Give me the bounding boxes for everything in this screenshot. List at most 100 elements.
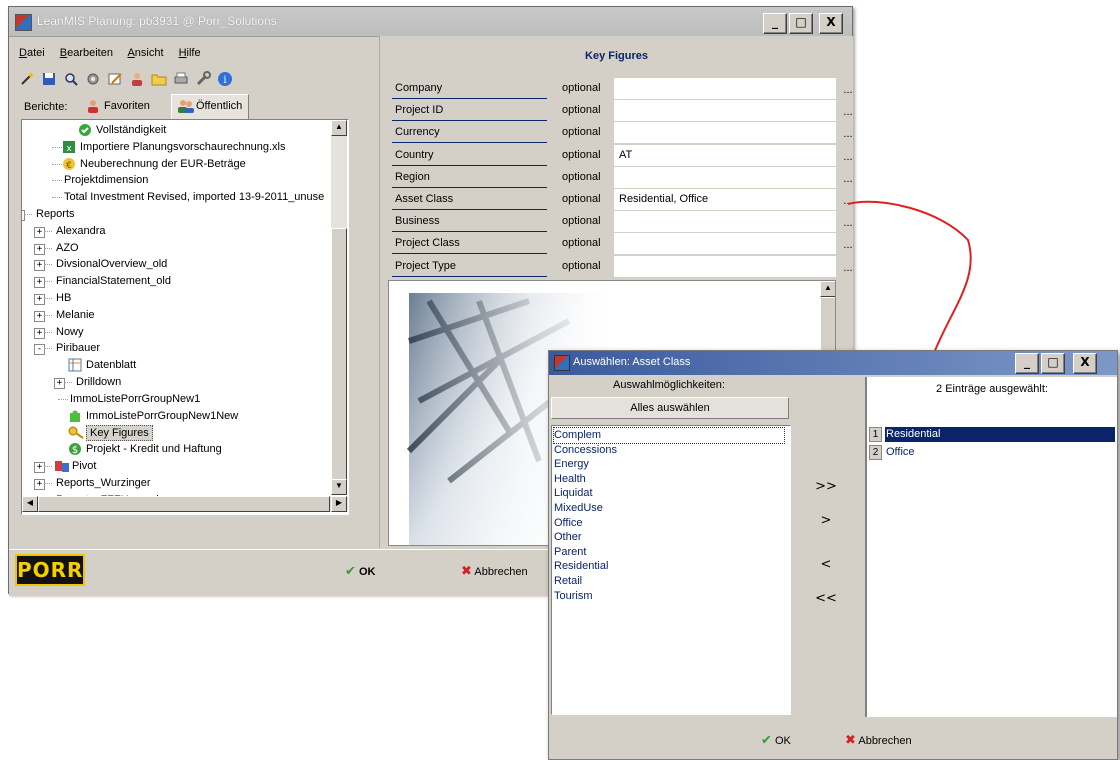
preview-scroll-up-button[interactable]: ▲	[820, 281, 835, 297]
scroll-up-button[interactable]: ▲	[331, 120, 347, 136]
wand-icon[interactable]	[19, 71, 35, 87]
folder-icon[interactable]	[151, 71, 167, 87]
available-item[interactable]: Parent	[554, 545, 586, 560]
available-list[interactable]: Complem Concessions Energy Health Liquidat Mi…	[551, 425, 791, 715]
tree-item[interactable]: € Neuberechnung der EUR-Beträge	[22, 156, 327, 173]
tree-item[interactable]: Total Investment Revised, imported 13-9-…	[22, 189, 327, 206]
select-all-button[interactable]: Alles auswählen	[551, 397, 789, 419]
tree-horizontal-scrollbar[interactable]: ◀ ▶	[22, 496, 348, 512]
tree-item[interactable]: - Piribauer	[22, 340, 327, 357]
key-figure-browse-button[interactable]: ...	[839, 100, 857, 121]
dialog-ok-button[interactable]: ✔ OK	[761, 733, 791, 748]
remove-all-button[interactable]: <<	[811, 591, 841, 606]
save-icon[interactable]	[41, 71, 57, 87]
tree-item[interactable]: + DivsionalOverview_old	[22, 256, 327, 273]
tree-item-label: ImmoListePorrGroupNew1New	[86, 409, 239, 422]
tree-item-label: Reports	[36, 208, 75, 220]
tree-item[interactable]: + Drilldown	[22, 374, 327, 391]
key-figure-browse-button[interactable]: ...	[839, 145, 857, 166]
wrench-icon[interactable]	[195, 71, 211, 87]
key-figure-value-field[interactable]	[614, 255, 836, 277]
available-item[interactable]: Retail	[554, 574, 582, 589]
dialog-minimize-button[interactable]: _	[1015, 353, 1039, 374]
tree-item[interactable]: x Importiere Planungsvorschaurechnung.xls	[22, 139, 327, 156]
available-item[interactable]: Other	[554, 530, 582, 545]
dialog-maximize-button[interactable]: □	[1041, 353, 1065, 374]
key-figure-value-field[interactable]	[614, 233, 836, 255]
available-item[interactable]: Residential	[554, 559, 608, 574]
available-item[interactable]: Complem	[553, 427, 785, 444]
scroll-down-button[interactable]: ▼	[331, 479, 347, 495]
selected-item[interactable]: 1 Residential	[869, 427, 1115, 442]
dialog-cancel-button[interactable]: ✖ Abbrechen	[845, 733, 912, 748]
key-figure-value-field[interactable]: Residential, Office	[614, 189, 836, 210]
scroll-right-button[interactable]: ▶	[331, 496, 347, 512]
menu-ansicht[interactable]: Ansicht	[127, 47, 163, 59]
key-figure-value-field[interactable]	[614, 122, 836, 144]
tree-item[interactable]: + Reports_Wurzinger	[22, 475, 327, 492]
scroll-left-button[interactable]: ◀	[22, 496, 38, 512]
tree-item[interactable]: + Alexandra	[22, 223, 327, 240]
tree-item[interactable]: + HB	[22, 290, 327, 307]
menu-bearbeiten[interactable]: Bearbeiten	[60, 47, 113, 59]
tree-item[interactable]: Vollständigkeit	[22, 122, 327, 139]
available-item[interactable]: MixedUse	[554, 501, 603, 516]
key-figure-browse-button[interactable]: ...	[839, 122, 857, 143]
tree-item[interactable]: ImmoListePorrGroupNew1	[22, 391, 327, 408]
remove-button[interactable]: <	[811, 557, 841, 572]
edit-icon[interactable]	[107, 71, 123, 87]
main-ok-button[interactable]: ✔ OK	[345, 564, 375, 579]
available-item[interactable]: Tourism	[554, 589, 593, 604]
tree-item[interactable]: + Nowy	[22, 324, 327, 341]
tree-item[interactable]: + FinancialStatement_old	[22, 273, 327, 290]
tree-vertical-scrollbar[interactable]: ▲ ▼	[331, 120, 347, 495]
key-figure-value-field[interactable]	[614, 78, 836, 99]
tree-item[interactable]: ImmoListePorrGroupNew1New	[22, 408, 327, 425]
available-item[interactable]: Energy	[554, 457, 589, 472]
selected-item[interactable]: 2 Office	[869, 445, 1115, 460]
tree-item-label: Projektdimension	[64, 174, 149, 187]
tree-item[interactable]: + Pivot	[22, 458, 327, 475]
report-tree[interactable]: Vollständigkeit x Importiere Planungsvorsc…	[21, 119, 349, 515]
close-button[interactable]: X	[819, 13, 843, 34]
available-header: Auswahlmöglichkeiten:	[613, 379, 725, 391]
add-button[interactable]: >	[811, 513, 841, 528]
title-bar[interactable]: LeanMIS Planung: pb3931 @ Porr_Solutions…	[9, 7, 852, 37]
hscroll-thumb[interactable]	[38, 496, 330, 512]
tree-item[interactable]: + AZO	[22, 240, 327, 257]
menu-datei[interactable]: Datei	[19, 47, 45, 59]
tab-favorites[interactable]: Favoriten	[79, 94, 157, 120]
menu-hilfe[interactable]: Hilfe	[179, 47, 201, 59]
search-icon[interactable]	[63, 71, 79, 87]
print-icon[interactable]	[173, 71, 189, 87]
minimize-button[interactable]: _	[763, 13, 787, 34]
add-all-button[interactable]: >>	[811, 479, 841, 494]
scroll-thumb[interactable]	[331, 228, 347, 480]
user-icon[interactable]	[129, 71, 145, 87]
tree-item[interactable]: $ Projekt - Kredit und Haftung	[22, 441, 327, 458]
maximize-button[interactable]: □	[789, 13, 813, 34]
tree-item[interactable]: Datenblatt	[22, 357, 327, 374]
available-item[interactable]: Liquidat	[554, 486, 593, 501]
window-title: LeanMIS Planung: pb3931 @ Porr_Solutions	[37, 14, 277, 28]
key-figure-value-field[interactable]	[614, 100, 836, 122]
gear-icon[interactable]	[85, 71, 101, 87]
key-figure-value-field[interactable]	[614, 166, 836, 188]
key-figure-value-field[interactable]: AT	[614, 144, 836, 166]
tree-item[interactable]: + Melanie	[22, 307, 327, 324]
tab-public[interactable]: Öffentlich	[171, 94, 250, 120]
key-figure-value-field[interactable]	[614, 211, 836, 233]
main-cancel-button[interactable]: ✖ Abbrechen	[461, 564, 528, 579]
dialog-title-bar[interactable]: Auswählen: Asset Class _ □ X	[549, 351, 1117, 375]
available-item[interactable]: Concessions	[554, 443, 617, 458]
connector-arrow	[847, 200, 972, 359]
available-item[interactable]: Office	[554, 516, 583, 531]
key-figure-browse-button[interactable]: ...	[839, 78, 857, 99]
key-figure-browse-button[interactable]: ...	[839, 167, 857, 188]
tree-item[interactable]: Key Figures	[22, 424, 327, 442]
available-item[interactable]: Health	[554, 472, 586, 487]
tree-item[interactable]: -Reports	[22, 206, 327, 223]
info-icon[interactable]: i	[217, 71, 233, 87]
dialog-close-button[interactable]: X	[1073, 353, 1097, 374]
tree-item[interactable]: Projektdimension	[22, 172, 327, 189]
